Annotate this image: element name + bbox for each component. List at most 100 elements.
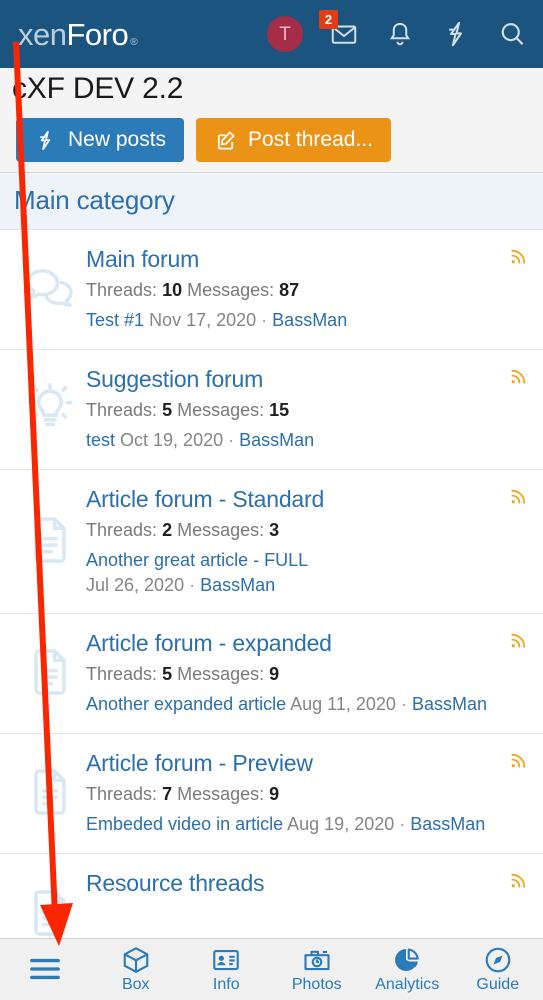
dot-separator: · — [399, 814, 406, 835]
bolt-icon — [34, 129, 57, 152]
last-post-author-link[interactable]: BassMan — [412, 694, 487, 714]
whats-new-bolt-icon[interactable] — [441, 19, 471, 49]
nav-item-analytics[interactable]: Analytics — [362, 939, 453, 1000]
rss-icon[interactable] — [508, 366, 529, 387]
alerts-bell-icon[interactable] — [385, 19, 415, 49]
forum-stats: Threads: 2 Messages: 3 — [86, 518, 525, 542]
nav-item-guide[interactable]: Guide — [453, 939, 543, 1000]
forum-title[interactable]: Suggestion forum — [86, 366, 525, 393]
nav-item-box[interactable]: Box — [91, 939, 182, 1000]
last-post-thread-link[interactable]: Another expanded article — [86, 694, 286, 714]
last-post-date: Oct 19, 2020 — [120, 430, 224, 451]
nav-item-info[interactable]: Info — [181, 939, 272, 1000]
new-posts-button[interactable]: New posts — [16, 118, 185, 162]
xenforo-mobile-forum-screen: xen Foro ® T 2 cXF DEV 2.2 New posts Pos… — [0, 0, 543, 1000]
last-post-author-link[interactable]: BassMan — [200, 575, 275, 595]
last-post-thread-link[interactable]: Test #1 — [86, 310, 144, 330]
camera-icon — [302, 945, 332, 975]
threads-count: 5 — [162, 400, 173, 421]
site-header: xen Foro ® T 2 — [0, 0, 543, 68]
threads-count: 7 — [162, 783, 173, 804]
nav-label-box: Box — [121, 976, 150, 994]
page-title: cXF DEV 2.2 — [12, 72, 184, 105]
threads-label: Threads: — [86, 400, 158, 421]
forum-row[interactable]: Main forum Threads: 10 Messages: 87 Test… — [0, 230, 543, 350]
lightbulb-icon — [14, 364, 86, 453]
hamburger-menu-icon[interactable] — [0, 939, 91, 1000]
nav-label-photos: Photos — [291, 976, 342, 994]
messages-count: 3 — [269, 520, 280, 541]
avatar[interactable]: T — [267, 16, 303, 52]
messages-label: Messages: — [177, 400, 265, 421]
new-posts-label: New posts — [68, 128, 167, 151]
category-header[interactable]: Main category — [0, 173, 543, 230]
nav-item-photos[interactable]: Photos — [272, 939, 363, 1000]
forum-list-block: Main category Main forum Threads: 10 Mes… — [0, 172, 543, 975]
last-post-author-link[interactable]: BassMan — [410, 814, 485, 834]
forum-title[interactable]: Resource threads — [86, 870, 525, 897]
messages-count: 9 — [269, 783, 280, 804]
messages-label: Messages: — [187, 280, 275, 301]
forum-stats: Threads: 10 Messages: 87 — [86, 278, 525, 302]
forum-row-content: Article forum - expanded Threads: 5 Mess… — [86, 628, 529, 717]
logo-text-xen: xen — [18, 16, 67, 52]
last-post-author-link[interactable]: BassMan — [272, 310, 347, 330]
rss-icon[interactable] — [508, 870, 529, 891]
page-action-buttons: New posts Post thread... — [0, 118, 543, 162]
avatar-initial: T — [279, 23, 291, 45]
threads-count: 5 — [162, 663, 173, 684]
threads-label: Threads: — [86, 520, 158, 541]
threads-label: Threads: — [86, 663, 158, 684]
forum-row-content: Article forum - Preview Threads: 7 Messa… — [86, 748, 529, 837]
search-icon[interactable] — [497, 19, 527, 49]
forum-title[interactable]: Article forum - expanded — [86, 630, 525, 657]
forum-title[interactable]: Article forum - Standard — [86, 486, 525, 513]
id-card-icon — [211, 945, 241, 975]
rss-icon[interactable] — [508, 630, 529, 651]
dot-separator: · — [228, 430, 235, 451]
box-icon — [121, 945, 151, 975]
xenforo-logo[interactable]: xen Foro ® — [18, 16, 138, 52]
file-lines-icon — [14, 748, 86, 837]
forum-row[interactable]: Article forum - Standard Threads: 2 Mess… — [0, 470, 543, 614]
logo-trademark: ® — [130, 36, 138, 48]
forum-stats: Threads: 5 Messages: 15 — [86, 398, 525, 422]
dot-separator: · — [400, 694, 407, 715]
rss-icon[interactable] — [508, 246, 529, 267]
page-header-area: cXF DEV 2.2 New posts Post thread... — [0, 68, 543, 178]
post-thread-button[interactable]: Post thread... — [196, 118, 391, 162]
forum-title[interactable]: Article forum - Preview — [86, 750, 525, 777]
messages-label: Messages: — [177, 520, 265, 541]
dot-separator: · — [261, 310, 268, 331]
rss-icon[interactable] — [508, 486, 529, 507]
threads-count: 2 — [162, 520, 173, 541]
threads-label: Threads: — [86, 280, 158, 301]
file-lines-icon — [14, 628, 86, 717]
last-post-thread-link[interactable]: Embeded video in article — [86, 814, 283, 834]
header-icon-group: T 2 — [267, 10, 527, 52]
forum-stats: Threads: 7 Messages: 9 — [86, 782, 525, 806]
messages-label: Messages: — [177, 663, 265, 684]
last-post-date: Jul 26, 2020 — [86, 574, 185, 595]
forum-row[interactable]: Suggestion forum Threads: 5 Messages: 15… — [0, 350, 543, 470]
rss-icon[interactable] — [508, 750, 529, 771]
last-post-date: Nov 17, 2020 — [149, 310, 257, 331]
forum-title[interactable]: Main forum — [86, 246, 525, 273]
dot-separator: · — [189, 574, 196, 595]
pencil-square-icon — [214, 129, 237, 152]
nav-label-info: Info — [212, 976, 240, 994]
last-post-thread-link[interactable]: Another great article - FULL — [86, 550, 308, 570]
forum-row[interactable]: Article forum - Preview Threads: 7 Messa… — [0, 733, 543, 854]
forum-row[interactable]: Article forum - expanded Threads: 5 Mess… — [0, 613, 543, 734]
last-post-date: Aug 19, 2020 — [287, 814, 395, 835]
last-post-author-link[interactable]: BassMan — [239, 430, 314, 450]
pie-chart-icon — [392, 945, 422, 975]
messages-count: 9 — [269, 663, 280, 684]
messages-count: 87 — [279, 280, 300, 301]
logo-text-foro: Foro — [66, 16, 129, 52]
messages-count: 15 — [269, 400, 290, 421]
threads-count: 10 — [162, 280, 183, 301]
last-post-date: Aug 11, 2020 — [290, 694, 396, 715]
inbox-icon[interactable]: 2 — [319, 10, 359, 49]
last-post-thread-link[interactable]: test — [86, 430, 115, 450]
